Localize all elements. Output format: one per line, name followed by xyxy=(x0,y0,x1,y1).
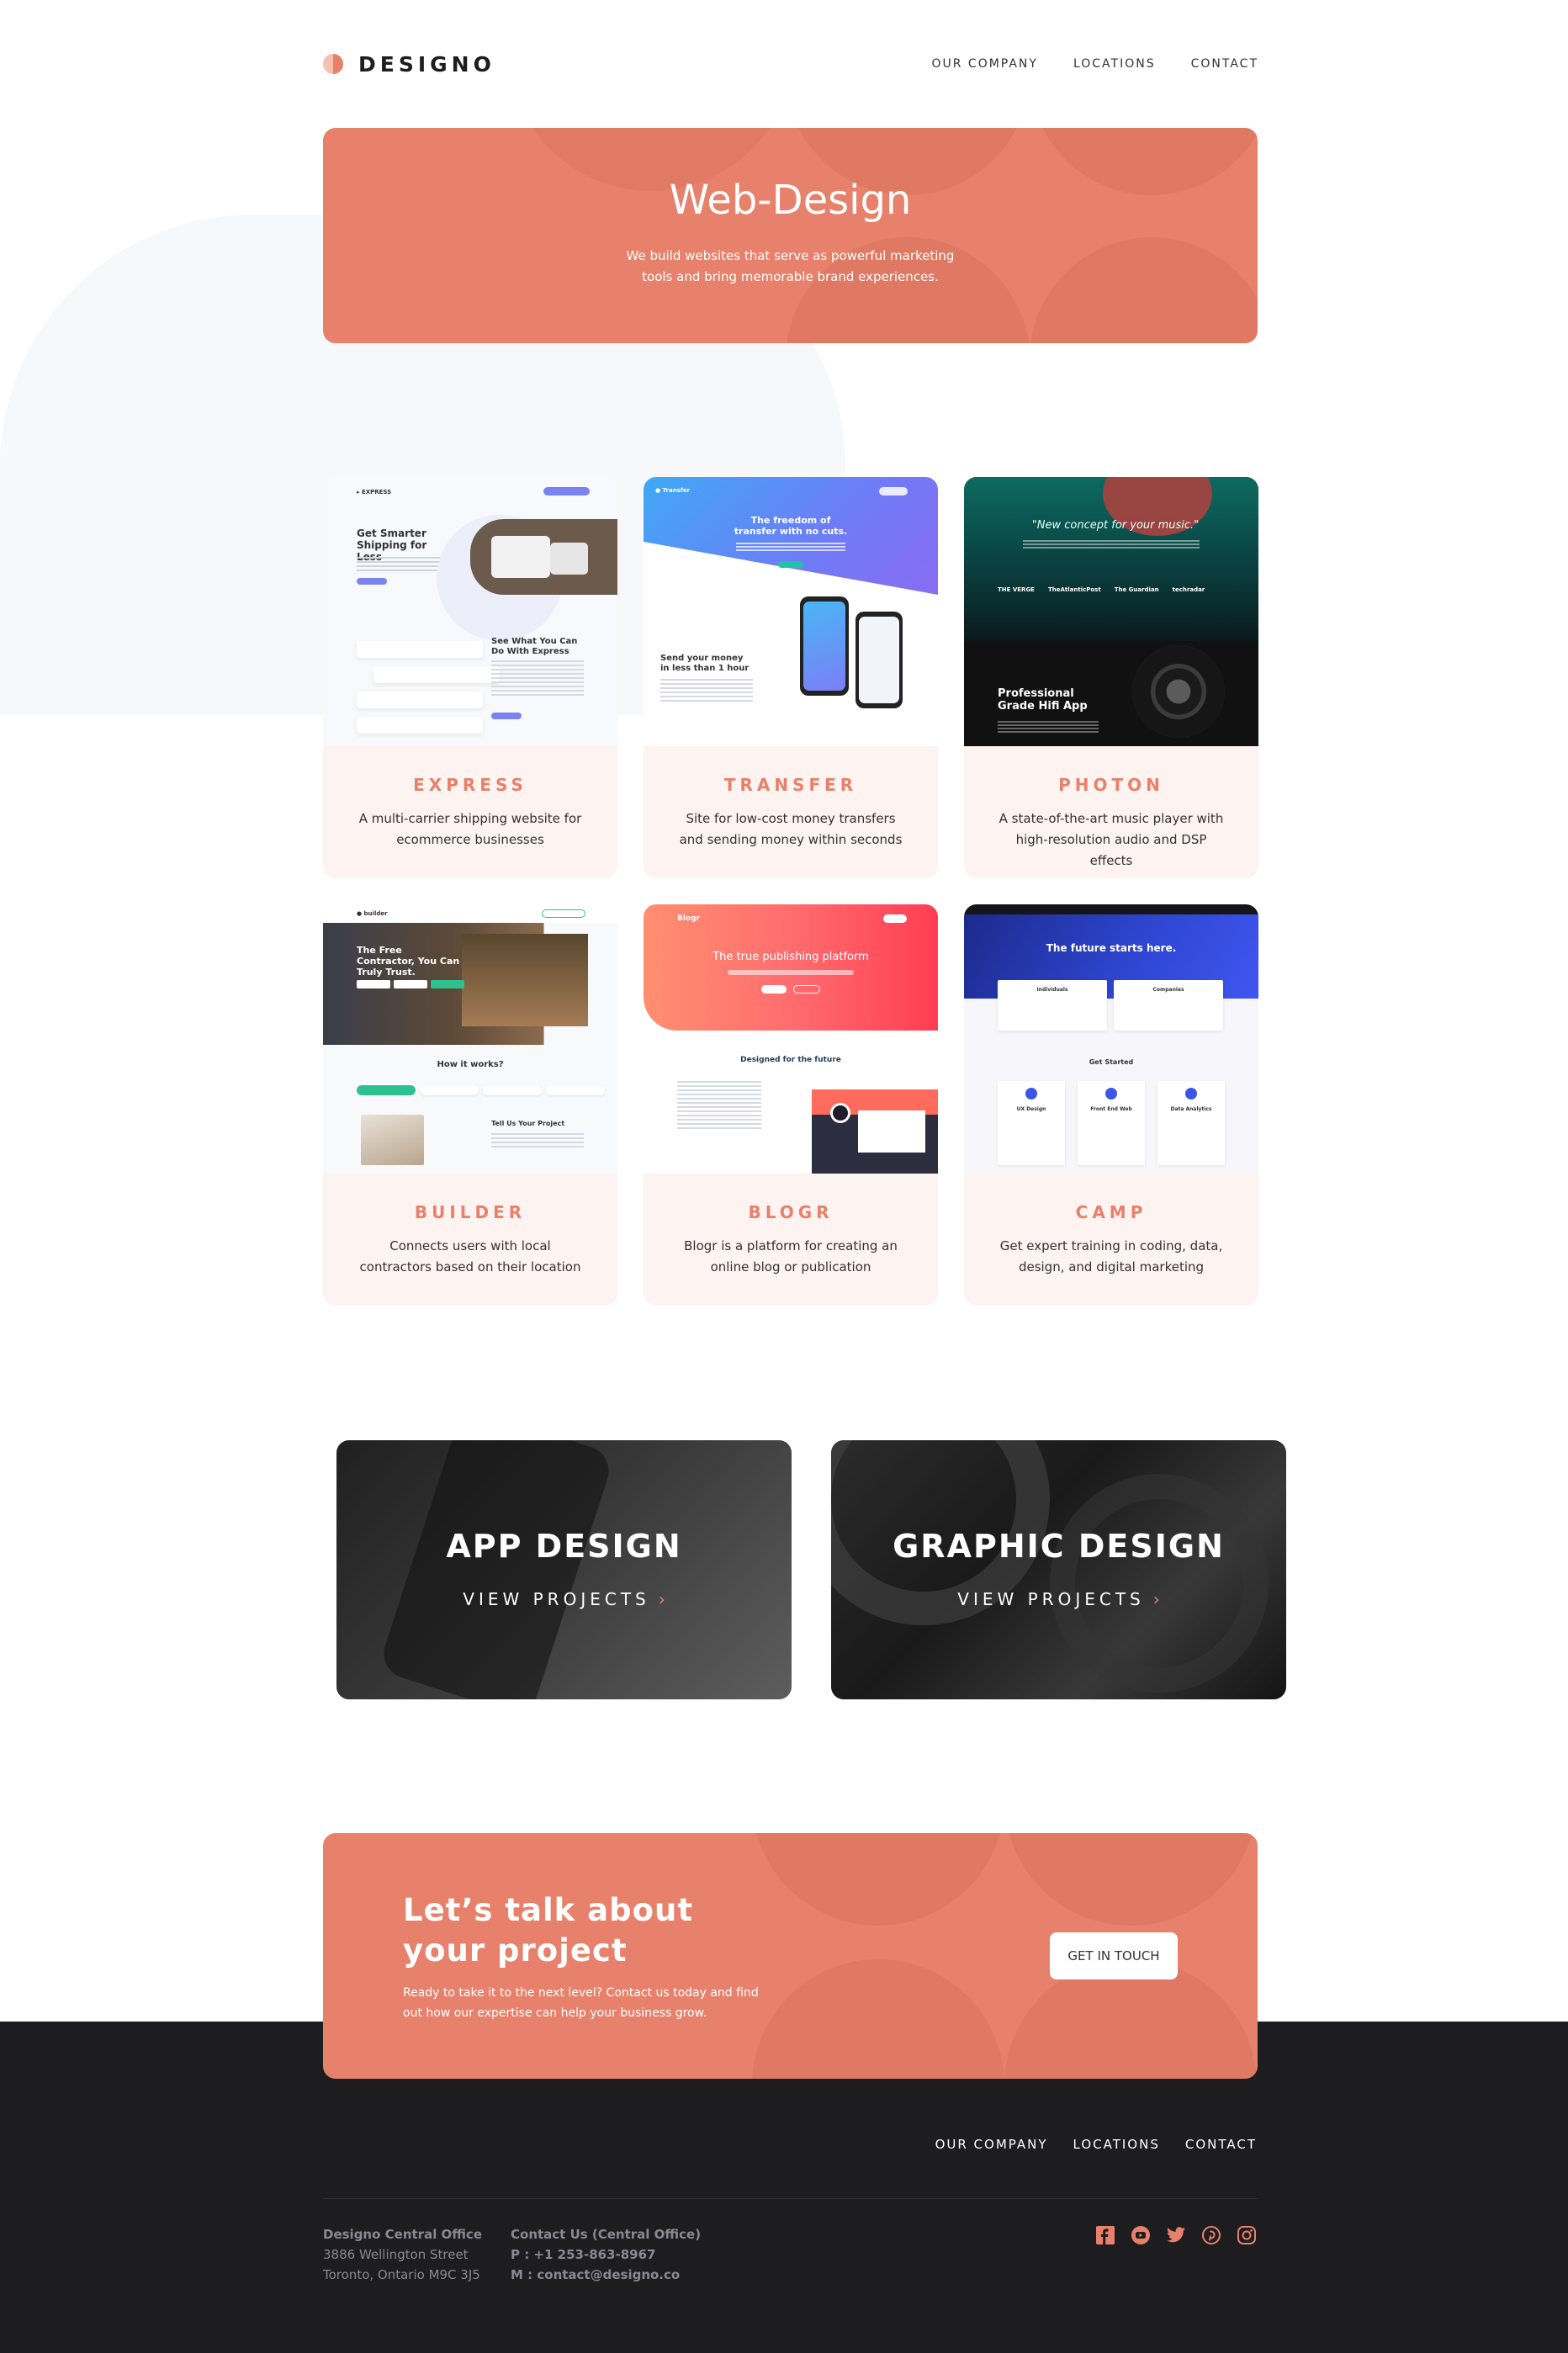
mock-builder-headline: The Free Contractor, You Can Truly Trust… xyxy=(357,945,460,978)
category-title: APP DESIGN xyxy=(446,1528,682,1565)
category-title: GRAPHIC DESIGN xyxy=(893,1528,1225,1565)
footer-nav-our-company[interactable]: OUR COMPANY xyxy=(935,2137,1048,2152)
project-card-camp[interactable]: The future starts here. Individuals Comp… xyxy=(964,904,1258,1306)
project-description: Blogr is a platform for creating an onli… xyxy=(684,1238,898,1275)
mock-photon-quote: "New concept for your music." xyxy=(1031,519,1200,532)
logo-icon xyxy=(323,54,343,74)
project-thumbnail-blogr: Blogr The true publishing platform Desig… xyxy=(644,904,938,1174)
footer-nav-contact[interactable]: CONTACT xyxy=(1185,2137,1257,2152)
social-links xyxy=(1095,2225,1257,2245)
cta-text: Ready to take it to the next level? Cont… xyxy=(403,1986,759,2020)
mock-transfer-headline: The freedom of transfer with no cuts. xyxy=(734,515,848,537)
nav-contact[interactable]: CONTACT xyxy=(1191,57,1258,71)
project-name: CAMP xyxy=(1075,1202,1147,1222)
office-address: Designo Central Office 3886 Wellington S… xyxy=(323,2227,483,2282)
main-nav: OUR COMPANY LOCATIONS CONTACT xyxy=(931,49,1258,79)
footer-nav: OUR COMPANY LOCATIONS CONTACT xyxy=(935,2137,1257,2152)
hero-subtitle: We build websites that serve as powerful… xyxy=(626,248,955,284)
mock-express-section: See What You Can Do With Express xyxy=(491,637,578,656)
mock-blogr-headline: The true publishing platform xyxy=(712,951,869,963)
contact-cta: Let’s talk about your project Ready to t… xyxy=(323,1833,1258,2079)
project-card-express[interactable]: ▸ EXPRESS Get Smarter Shipping for Less … xyxy=(323,477,617,878)
hero-banner: Web-Design We build websites that serve … xyxy=(323,128,1258,343)
mock-builder-section: How it works? xyxy=(437,1060,504,1069)
youtube-icon[interactable] xyxy=(1131,2225,1151,2245)
mock-blogr-section: Designed for the future xyxy=(740,1056,841,1064)
instagram-icon[interactable] xyxy=(1237,2225,1257,2245)
project-thumbnail-camp: The future starts here. Individuals Comp… xyxy=(964,904,1258,1174)
project-thumbnail-photon: "New concept for your music." THE VERGE … xyxy=(964,477,1258,746)
view-projects-link[interactable]: VIEW PROJECTS › xyxy=(336,1589,792,1609)
chevron-right-icon: › xyxy=(658,1589,665,1609)
get-in-touch-button[interactable]: GET IN TOUCH xyxy=(1050,1932,1178,1979)
project-thumbnail-express: ▸ EXPRESS Get Smarter Shipping for Less … xyxy=(323,477,617,746)
project-name: TRANSFER xyxy=(723,775,858,795)
chevron-right-icon: › xyxy=(1152,1589,1160,1609)
project-card-builder[interactable]: ● builder The Free Contractor, You Can T… xyxy=(323,904,617,1306)
project-card-transfer[interactable]: ● Transfer The freedom of transfer with … xyxy=(644,477,938,878)
project-description: Site for low-cost money transfers and se… xyxy=(679,811,903,847)
logo-text: DESIGNO xyxy=(358,51,495,77)
cta-title: Let’s talk about your project xyxy=(403,1892,694,1969)
site-header: DESIGNO OUR COMPANY LOCATIONS CONTACT xyxy=(323,49,1258,79)
facebook-icon[interactable] xyxy=(1095,2225,1115,2245)
project-description: Connects users with local contractors ba… xyxy=(359,1238,581,1275)
nav-our-company[interactable]: OUR COMPANY xyxy=(931,57,1037,71)
pinterest-icon[interactable] xyxy=(1201,2225,1221,2245)
project-name: BLOGR xyxy=(748,1202,834,1222)
mock-builder-sub: Tell Us Your Project xyxy=(491,1120,565,1127)
project-name: EXPRESS xyxy=(413,775,527,795)
project-card-blogr[interactable]: Blogr The true publishing platform Desig… xyxy=(644,904,938,1306)
mock-photon-headline: Professional Grade Hifi App xyxy=(998,687,1088,713)
project-description: A state-of-the-art music player with hig… xyxy=(999,811,1224,868)
nav-locations[interactable]: LOCATIONS xyxy=(1073,57,1156,71)
logo[interactable]: DESIGNO xyxy=(323,49,495,79)
mock-transfer-section: Send your money in less than 1 hour xyxy=(660,654,750,673)
contact-info: Contact Us (Central Office) P : +1 253-8… xyxy=(511,2227,702,2282)
project-card-photon[interactable]: "New concept for your music." THE VERGE … xyxy=(964,477,1258,878)
category-app-design[interactable]: APP DESIGN VIEW PROJECTS › xyxy=(336,1440,792,1699)
project-description: A multi-carrier shipping website for eco… xyxy=(358,811,582,847)
project-name: BUILDER xyxy=(414,1202,527,1222)
mock-camp-headline: The future starts here. xyxy=(1046,942,1177,954)
footer-nav-locations[interactable]: LOCATIONS xyxy=(1073,2137,1160,2152)
project-thumbnail-builder: ● builder The Free Contractor, You Can T… xyxy=(323,904,617,1174)
project-thumbnail-transfer: ● Transfer The freedom of transfer with … xyxy=(644,477,938,746)
twitter-icon[interactable] xyxy=(1166,2225,1186,2245)
hero-title: Web-Design xyxy=(669,177,912,224)
project-name: PHOTON xyxy=(1058,775,1164,795)
footer-divider xyxy=(323,2198,1258,2199)
view-projects-link[interactable]: VIEW PROJECTS › xyxy=(831,1589,1286,1609)
category-graphic-design[interactable]: GRAPHIC DESIGN VIEW PROJECTS › xyxy=(831,1440,1286,1699)
mock-camp-section: Get Started xyxy=(1089,1058,1134,1066)
project-description: Get expert training in coding, data, des… xyxy=(999,1238,1223,1275)
